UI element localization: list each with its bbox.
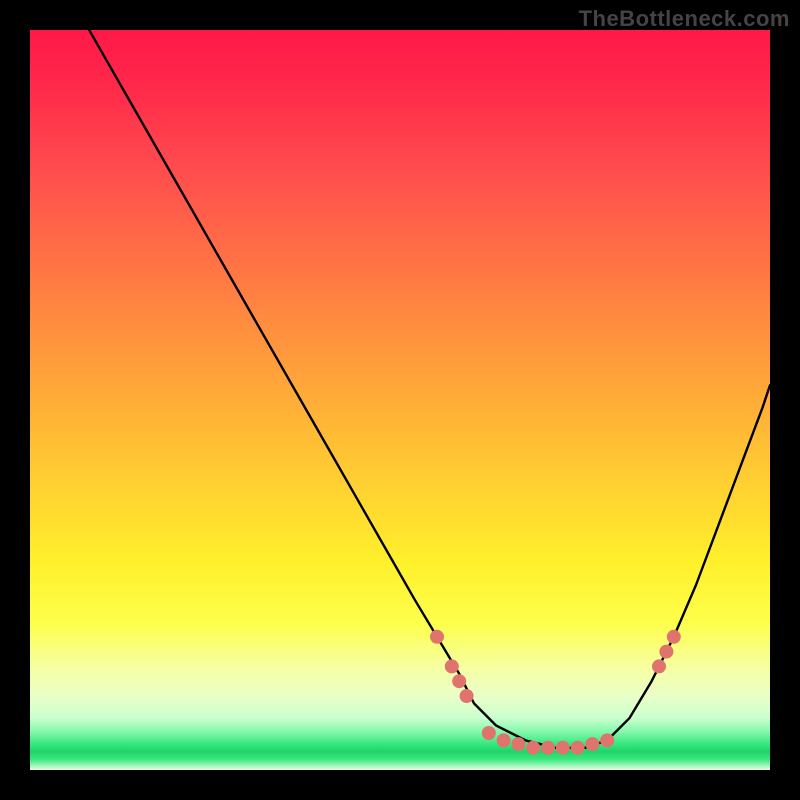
curve-marker [652, 659, 666, 673]
curve-marker [541, 741, 555, 755]
curve-marker [445, 659, 459, 673]
curve-marker [659, 645, 673, 659]
curve-marker [667, 630, 681, 644]
curve-marker [556, 741, 570, 755]
curve-marker [452, 674, 466, 688]
curve-marker [585, 737, 599, 751]
curve-marker [526, 741, 540, 755]
curve-marker [497, 733, 511, 747]
curve-marker [511, 737, 525, 751]
curve-marker [460, 689, 474, 703]
plot-area [30, 30, 770, 770]
curve-marker [600, 733, 614, 747]
watermark-text: TheBottleneck.com [579, 6, 790, 32]
chart-frame: TheBottleneck.com [0, 0, 800, 800]
curve-svg [30, 30, 770, 770]
curve-marker [571, 741, 585, 755]
curve-marker [430, 630, 444, 644]
curve-markers [430, 630, 681, 755]
curve-marker [482, 726, 496, 740]
